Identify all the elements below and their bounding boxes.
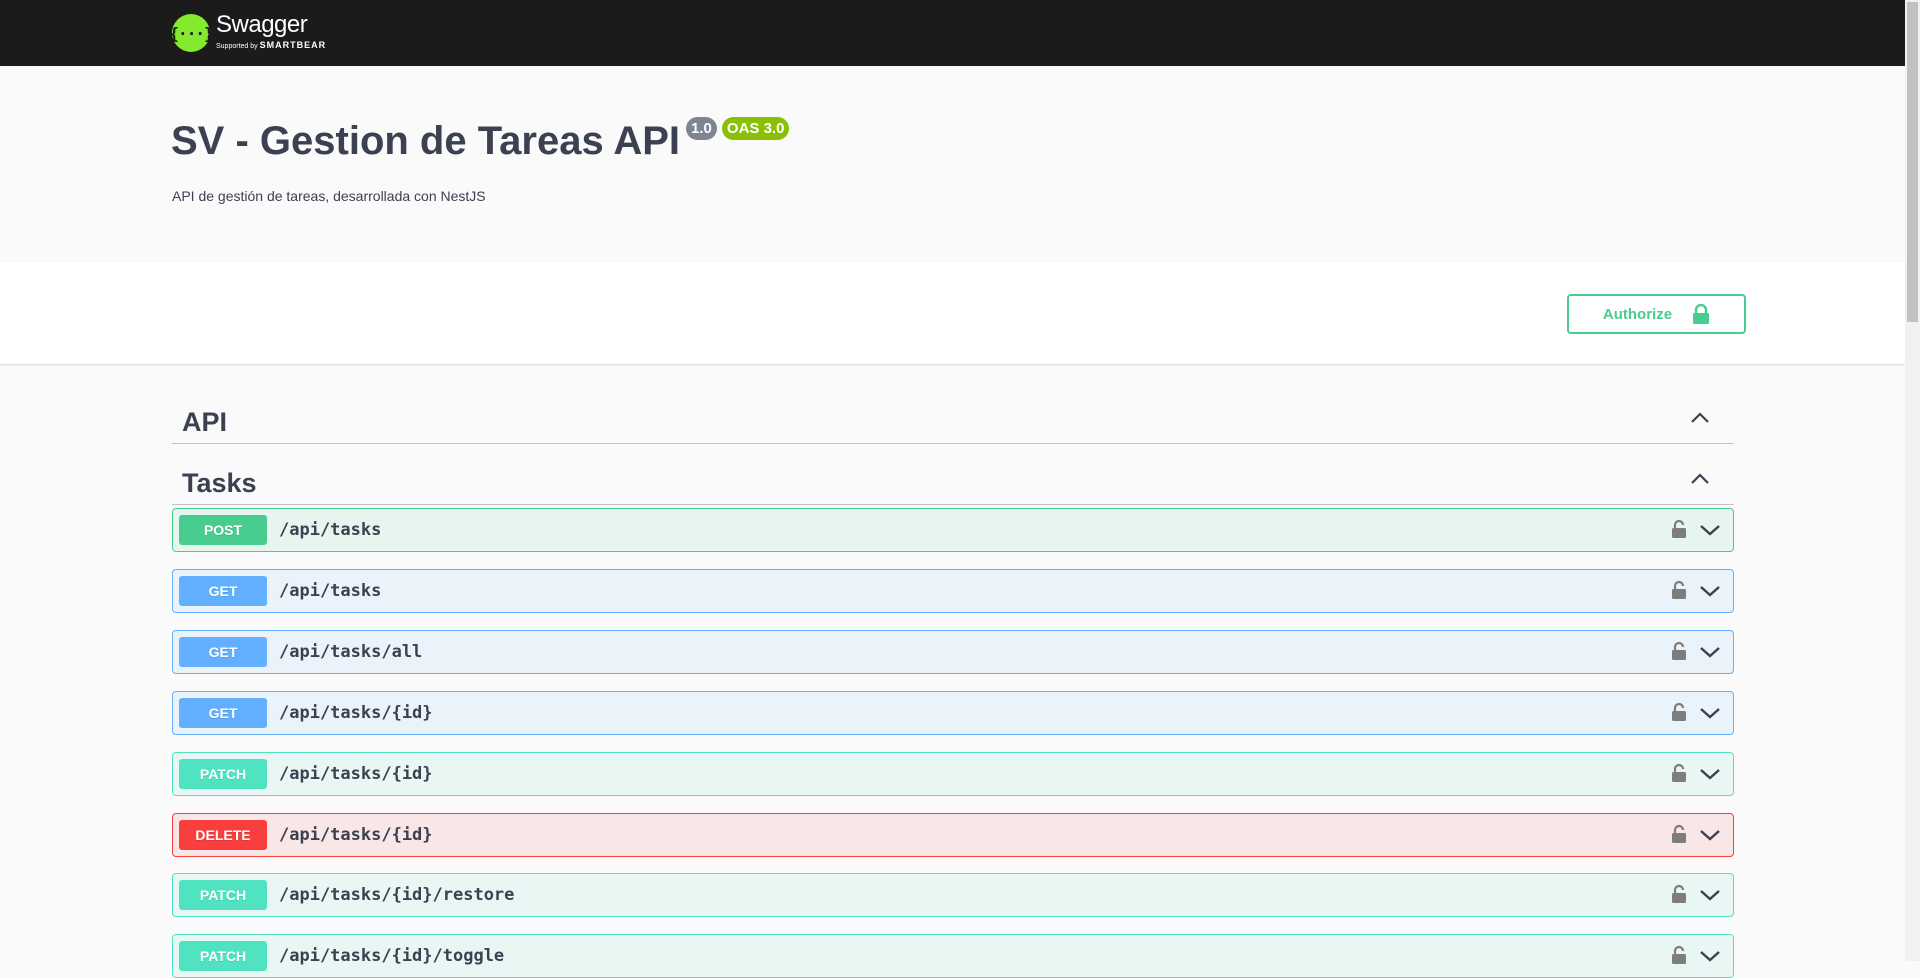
unlocked-icon[interactable]	[1671, 641, 1687, 661]
vertical-scrollbar[interactable]	[1905, 0, 1920, 961]
authorize-label: Authorize	[1602, 305, 1673, 323]
chevron-down-icon[interactable]	[1699, 584, 1721, 598]
scheme-container: Authorize	[0, 262, 1905, 364]
section-api[interactable]: API	[172, 383, 1734, 444]
operation-path: /api/tasks/{id}	[279, 764, 433, 784]
method-badge: PATCH	[179, 759, 267, 789]
title-row: SV - Gestion de Tareas API 1.0 OAS 3.0	[171, 117, 790, 165]
chevron-up-icon[interactable]	[1690, 472, 1710, 486]
operation-path: /api/tasks/all	[279, 642, 423, 662]
chevron-down-icon[interactable]	[1699, 888, 1721, 902]
method-badge: GET	[179, 698, 267, 728]
operation-path: /api/tasks	[279, 581, 382, 601]
operation-row[interactable]: POST /api/tasks	[172, 508, 1734, 552]
unlocked-icon[interactable]	[1671, 519, 1687, 539]
method-badge: DELETE	[179, 820, 267, 850]
logo-sub-brand: SMARTBEAR	[259, 40, 327, 50]
operation-row[interactable]: PATCH /api/tasks/{id}/restore	[172, 873, 1734, 917]
page-title: SV - Gestion de Tareas API	[171, 119, 681, 163]
operation-path: /api/tasks/{id}	[279, 825, 433, 845]
chevron-down-icon[interactable]	[1699, 706, 1721, 720]
unlocked-icon[interactable]	[1671, 884, 1687, 904]
operation-path: /api/tasks	[279, 520, 382, 540]
lock-icon	[1693, 304, 1710, 324]
operation-path: /api/tasks/{id}	[279, 703, 433, 723]
operation-path: /api/tasks/{id}/restore	[279, 885, 515, 905]
operation-row[interactable]: GET /api/tasks/all	[172, 630, 1734, 674]
method-badge: GET	[179, 637, 267, 667]
chevron-down-icon[interactable]	[1699, 645, 1721, 659]
authorize-button[interactable]: Authorize	[1567, 294, 1746, 334]
scrollbar-thumb[interactable]	[1907, 2, 1918, 322]
unlocked-icon[interactable]	[1671, 824, 1687, 844]
api-info: SV - Gestion de Tareas API 1.0 OAS 3.0 A…	[0, 66, 1905, 262]
unlocked-icon[interactable]	[1671, 763, 1687, 783]
section-tasks[interactable]: Tasks	[172, 444, 1734, 505]
chevron-up-icon[interactable]	[1690, 411, 1710, 425]
chevron-down-icon[interactable]	[1699, 828, 1721, 842]
top-bar: {···} Swagger Supported by SMARTBEAR	[0, 0, 1905, 66]
section-title-tasks: Tasks	[182, 468, 257, 498]
chevron-down-icon[interactable]	[1699, 767, 1721, 781]
swagger-logo-icon: {···}	[169, 14, 214, 52]
method-badge: GET	[179, 576, 267, 606]
version-badge: 1.0	[686, 117, 717, 140]
logo-name: Swagger	[216, 11, 308, 38]
operation-row[interactable]: PATCH /api/tasks/{id}/toggle	[172, 934, 1734, 978]
api-description: API de gestión de tareas, desarrollada c…	[172, 188, 486, 204]
method-badge: PATCH	[179, 941, 267, 971]
unlocked-icon[interactable]	[1671, 702, 1687, 722]
operation-path: /api/tasks/{id}/toggle	[279, 946, 505, 966]
swagger-logo[interactable]: {···} Swagger Supported by SMARTBEAR	[169, 11, 326, 55]
operation-row[interactable]: GET /api/tasks/{id}	[172, 691, 1734, 735]
section-title-api: API	[182, 407, 228, 437]
oas-badge: OAS 3.0	[721, 117, 790, 140]
logo-sub-prefix: Supported by	[216, 43, 258, 50]
logo-text: Swagger Supported by SMARTBEAR	[216, 13, 326, 53]
operation-row[interactable]: DELETE /api/tasks/{id}	[172, 813, 1734, 857]
operation-row[interactable]: PATCH /api/tasks/{id}	[172, 752, 1734, 796]
unlocked-icon[interactable]	[1671, 580, 1687, 600]
logo-subtitle: Supported by SMARTBEAR	[216, 39, 326, 53]
operation-row[interactable]: GET /api/tasks	[172, 569, 1734, 613]
method-badge: POST	[179, 515, 267, 545]
method-badge: PATCH	[179, 880, 267, 910]
chevron-down-icon[interactable]	[1699, 523, 1721, 537]
unlocked-icon[interactable]	[1671, 945, 1687, 965]
